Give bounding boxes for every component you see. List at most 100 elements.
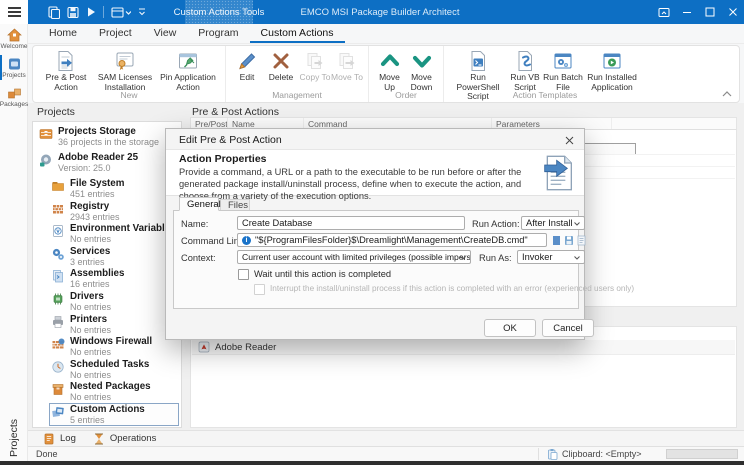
rail-item-welcome[interactable]: Welcome: [0, 24, 28, 53]
tab-program[interactable]: Program: [187, 24, 249, 43]
open-document-icon[interactable]: [577, 235, 586, 246]
dialog-description: Provide a command, a URL or a path to th…: [179, 166, 531, 202]
move-to-button[interactable]: Move To: [331, 48, 363, 83]
ribbon-group-management: Edit Delete Copy To Move To Manage: [226, 46, 369, 102]
move-down-button[interactable]: Move Down: [405, 48, 438, 92]
quick-access-toolbar: [48, 0, 146, 24]
qat-customize-icon[interactable]: [138, 7, 146, 17]
log-tab[interactable]: Log: [44, 433, 76, 445]
tree-node-custom-actions[interactable]: Custom Actions5 entries: [49, 403, 179, 426]
tree-node-projects-storage[interactable]: Projects Storage 36 projects in the stor…: [37, 125, 179, 151]
contextual-tab-header[interactable]: Custom Actions Tools: [185, 0, 253, 24]
minimize-button[interactable]: [680, 5, 694, 19]
vb-script-icon: [514, 50, 536, 72]
nav-rail: Welcome Projects Packages Projects: [0, 24, 28, 461]
run-batch-file-button[interactable]: Run Batch File: [543, 48, 583, 92]
scheduled-tasks-icon: [51, 360, 65, 374]
move-up-button[interactable]: Move Up: [374, 48, 405, 92]
assemblies-icon: [51, 269, 65, 283]
tab-custom-actions[interactable]: Custom Actions: [250, 24, 345, 43]
projects-icon: [7, 57, 22, 71]
qat-build-package-icon[interactable]: [111, 6, 131, 19]
interrupt-checkbox-label: Interrupt the install/uninstall process …: [270, 284, 634, 293]
pin-application-action-button[interactable]: Pin Application Action: [156, 48, 220, 92]
file-system-icon: [51, 179, 65, 193]
tree-node-environment-variables[interactable]: Environment VariablesNo entries: [49, 222, 179, 245]
qat-new-project-icon[interactable]: [48, 6, 60, 19]
application-group-row[interactable]: Adobe Reader: [192, 340, 735, 355]
bottom-tab-bar: Log Operations: [28, 430, 744, 446]
dialog-heading: Action Properties: [179, 153, 267, 165]
move-to-icon: [336, 50, 358, 72]
dialog-header: Action Properties Provide a command, a U…: [166, 149, 584, 196]
tree-node-adobe-reader-25[interactable]: Adobe Reader 25 Version: 25.0: [37, 151, 179, 177]
context-select[interactable]: Current user account with limited privil…: [237, 250, 471, 264]
tab-view[interactable]: View: [143, 24, 188, 43]
tree-node-registry[interactable]: Registry2943 entries: [49, 200, 179, 223]
wait-checkbox[interactable]: [238, 269, 249, 280]
window-title: EMCO MSI Package Builder Architect: [280, 0, 480, 24]
registry-icon: [51, 202, 65, 216]
copy-to-button[interactable]: Copy To: [299, 48, 331, 83]
installed-application-icon: [601, 50, 623, 72]
maximize-button[interactable]: [703, 5, 717, 19]
browse-file-icon[interactable]: [564, 235, 574, 246]
command-line-input[interactable]: i "${ProgramFilesFolder}$\Dreamlight\Man…: [237, 233, 547, 247]
rail-footer-label: Projects: [8, 419, 20, 457]
edit-button[interactable]: Edit: [231, 48, 263, 83]
tree-node-services[interactable]: Services3 entries: [49, 245, 179, 268]
dialog-close-button[interactable]: [562, 133, 576, 147]
tree-node-printers[interactable]: PrintersNo entries: [49, 313, 179, 336]
qat-save-icon[interactable]: [67, 6, 79, 19]
clipboard-icon: [547, 448, 558, 460]
pre-post-action-button[interactable]: Pre & Post Action: [38, 48, 94, 92]
tree-node-scheduled-tasks[interactable]: Scheduled TasksNo entries: [49, 358, 179, 381]
tree-node-nested-packages[interactable]: Nested PackagesNo entries: [49, 380, 179, 403]
tree-node-windows-firewall[interactable]: Windows FirewallNo entries: [49, 335, 179, 358]
projects-tree: Projects Storage 36 projects in the stor…: [32, 121, 182, 428]
tree-node-assemblies[interactable]: Assemblies16 entries: [49, 267, 179, 290]
dialog-tab-general[interactable]: General: [179, 197, 219, 211]
printers-icon: [51, 315, 65, 329]
qat-run-icon[interactable]: [86, 6, 96, 18]
name-input[interactable]: Create Database: [237, 216, 465, 230]
run-as-label: Run As:: [479, 253, 512, 263]
log-icon: [44, 433, 54, 445]
run-action-select[interactable]: After Install: [521, 216, 585, 230]
run-as-select[interactable]: Invoker: [517, 250, 585, 264]
ok-button[interactable]: OK: [484, 319, 536, 337]
ribbon-collapse-button[interactable]: [722, 91, 732, 97]
app-menu-button[interactable]: [0, 0, 28, 24]
tree-node-drivers[interactable]: DriversNo entries: [49, 290, 179, 313]
adobe-reader-app-icon: [198, 341, 210, 353]
command-line-tools: [552, 235, 586, 246]
custom-actions-icon: [51, 405, 65, 419]
rail-item-packages[interactable]: Packages: [0, 82, 28, 111]
delete-button[interactable]: Delete: [263, 48, 299, 83]
run-action-label: Run Action:: [472, 219, 520, 229]
context-label: Context:: [181, 253, 216, 263]
sam-licenses-installation-button[interactable]: SAM Licenses Installation: [94, 48, 156, 92]
nested-packages-icon: [51, 382, 65, 396]
interrupt-checkbox[interactable]: [254, 284, 265, 295]
run-installed-application-button[interactable]: Run Installed Application: [583, 48, 641, 92]
applications-list[interactable]: Adobe Reader: [190, 326, 737, 428]
rail-item-projects[interactable]: Projects: [0, 53, 28, 82]
tab-project[interactable]: Project: [88, 24, 143, 43]
ribbon: Pre & Post Action SAM Licenses Installat…: [28, 44, 744, 103]
tab-home[interactable]: Home: [38, 24, 88, 43]
insert-variable-icon[interactable]: [552, 235, 561, 246]
window-controls: [657, 0, 740, 24]
hamburger-icon: [8, 5, 21, 19]
drivers-icon: [51, 292, 65, 306]
ribbon-options-icon[interactable]: [657, 5, 671, 19]
delete-x-icon: [270, 50, 292, 72]
rail-footer: Projects: [0, 419, 28, 457]
chevron-down-icon: [574, 256, 580, 260]
close-button[interactable]: [726, 5, 740, 19]
cancel-button[interactable]: Cancel: [542, 319, 594, 337]
tree-node-file-system[interactable]: File System451 entries: [49, 177, 179, 200]
run-vb-script-button[interactable]: Run VB Script: [507, 48, 543, 92]
operations-tab[interactable]: Operations: [94, 433, 156, 445]
qat-separator: [103, 6, 104, 18]
